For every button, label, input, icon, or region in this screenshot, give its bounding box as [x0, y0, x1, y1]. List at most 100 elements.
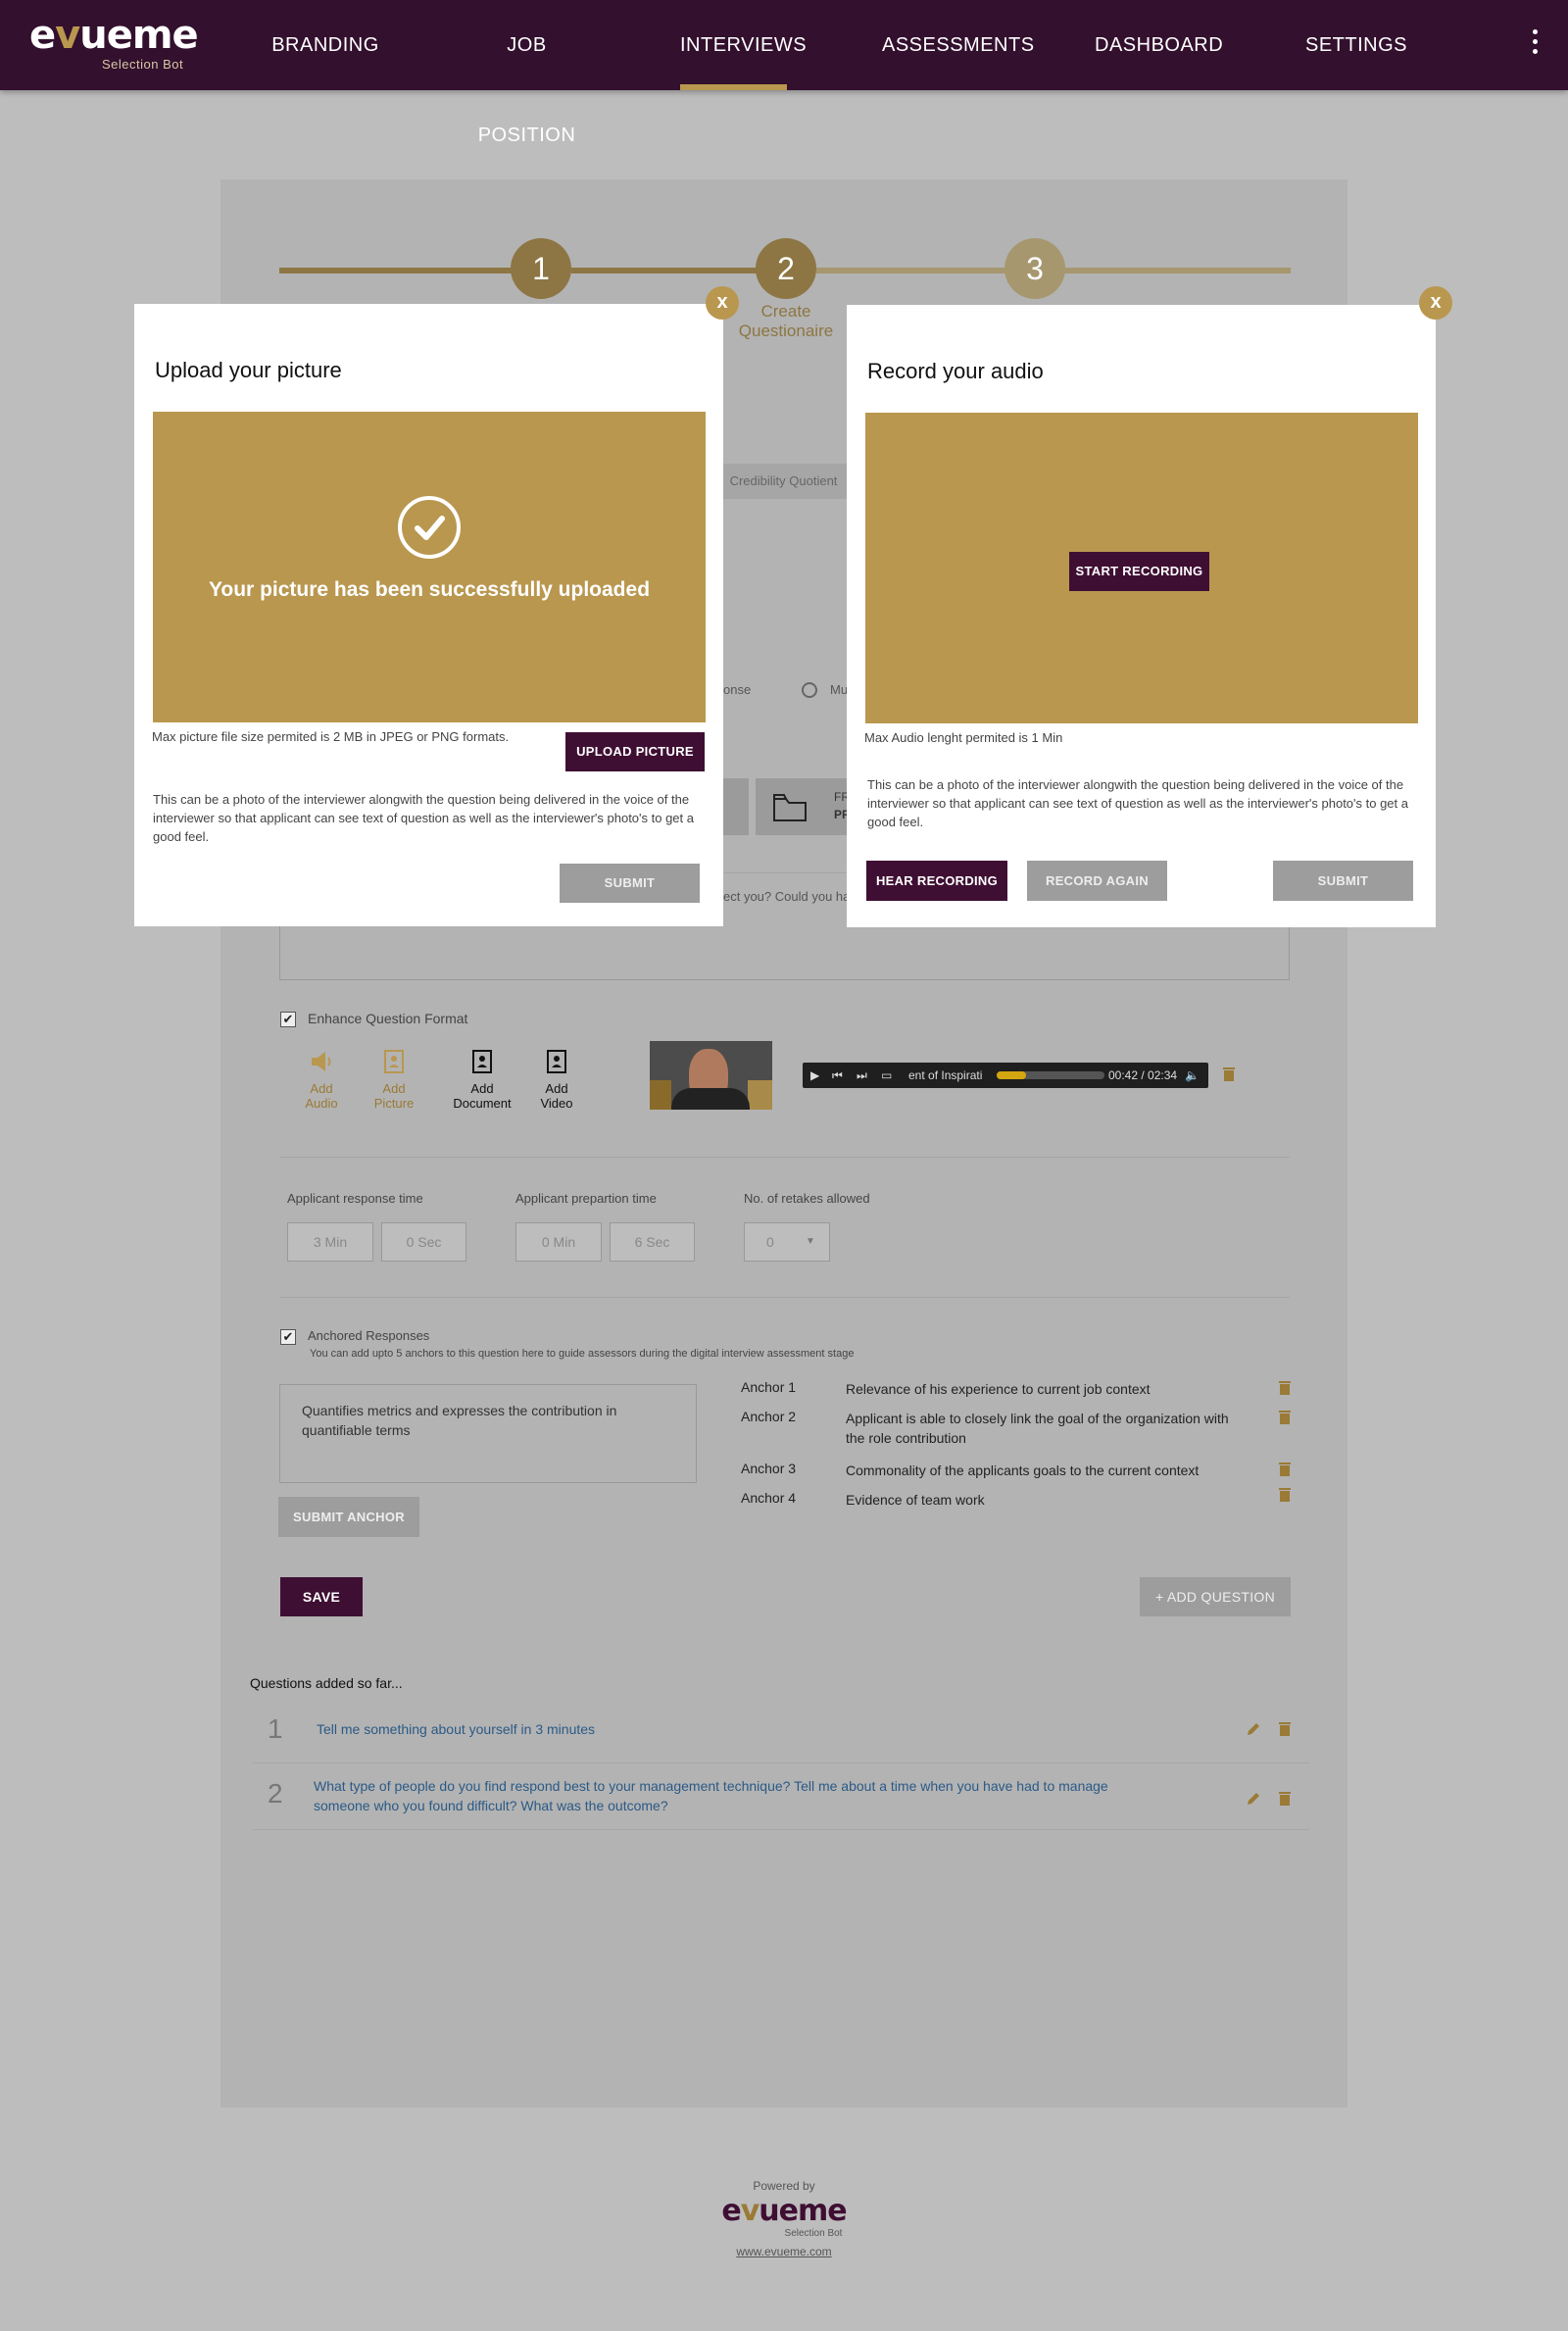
step-2[interactable]: 2: [756, 238, 816, 299]
audio-modal-title: Record your audio: [867, 359, 1044, 383]
trash-icon[interactable]: [1278, 1380, 1292, 1396]
document-icon: [472, 1050, 492, 1073]
step-2-label: Create Questionaire: [727, 302, 845, 341]
top-nav: evueme Selection Bot BRANDING JOB POSITI…: [0, 0, 1568, 146]
audio-description: This can be a photo of the interviewer a…: [867, 777, 1408, 829]
footer-logo-e: e: [721, 2194, 741, 2228]
step-label-line2: Questionaire: [738, 322, 834, 340]
upload-success-text: Your picture has been successfully uploa…: [208, 578, 651, 601]
submit-anchor-button[interactable]: SUBMIT ANCHOR: [278, 1497, 419, 1537]
question-1-text[interactable]: Tell me something about yourself in 3 mi…: [317, 1719, 1120, 1739]
start-recording-button[interactable]: START RECORDING: [1069, 552, 1209, 591]
chevron-down-icon: ▼: [806, 1236, 815, 1247]
prep-seconds-field[interactable]: 6 Sec: [610, 1222, 695, 1262]
pencil-icon[interactable]: [1246, 1791, 1261, 1807]
add-video-button[interactable]: Add Video: [517, 1049, 596, 1111]
trash-icon[interactable]: [1278, 1487, 1292, 1503]
pencil-icon[interactable]: [1246, 1721, 1261, 1737]
step-label-line1: Create: [760, 302, 811, 321]
trash-icon[interactable]: [1278, 1791, 1292, 1807]
powered-by-text: Powered by: [753, 2179, 815, 2193]
footer-logo[interactable]: evueme: [706, 2194, 862, 2228]
audio-length-note: Max Audio lenght permited is 1 Min: [864, 730, 1063, 745]
forward-icon[interactable]: ⏭: [857, 1063, 867, 1088]
anchored-checkbox[interactable]: ✔: [280, 1329, 296, 1345]
upload-description: This can be a photo of the interviewer a…: [153, 792, 694, 844]
speaker-icon: [312, 1052, 331, 1071]
anchor-3-name: Anchor 3: [741, 1461, 797, 1476]
nav-dashboard[interactable]: DASHBOARD: [1095, 0, 1223, 90]
upload-modal-close-icon[interactable]: x: [706, 286, 739, 320]
rewind-icon[interactable]: ⏮: [832, 1063, 843, 1088]
video-thumbnail[interactable]: [650, 1041, 772, 1110]
fullscreen-icon[interactable]: ▭: [881, 1063, 892, 1088]
trash-icon[interactable]: [1278, 1410, 1292, 1425]
footer-url-link[interactable]: www.evueme.com: [686, 2245, 882, 2258]
trash-icon[interactable]: [1222, 1066, 1236, 1082]
upload-submit-button[interactable]: SUBMIT: [560, 864, 700, 903]
response-minutes-field[interactable]: 3 Min: [287, 1222, 373, 1262]
save-button[interactable]: SAVE: [280, 1577, 363, 1616]
add-question-button[interactable]: + ADD QUESTION: [1140, 1577, 1291, 1616]
footer-logo-v: v: [740, 2194, 760, 2228]
add-picture-line1: Add: [382, 1081, 406, 1096]
player-time: 00:42 / 02:34: [1108, 1068, 1178, 1082]
add-video-line1: Add: [545, 1081, 568, 1096]
upload-size-note: Max picture file size permited is 2 MB i…: [152, 729, 510, 744]
audio-modal-close-icon[interactable]: x: [1419, 286, 1452, 320]
divider-line: [253, 1829, 1309, 1830]
add-picture-button[interactable]: Add Picture: [355, 1049, 433, 1111]
response-time-label: Applicant response time: [287, 1191, 423, 1206]
folder-tile-edge[interactable]: [723, 778, 749, 835]
stepper-line-current: [571, 268, 787, 273]
folder-tile[interactable]: FR PR: [756, 778, 851, 835]
player-progress-fill: [997, 1071, 1026, 1079]
nav-settings[interactable]: SETTINGS: [1305, 0, 1407, 90]
add-audio-button[interactable]: Add Audio: [282, 1049, 361, 1111]
nav-assessments[interactable]: ASSESSMENTS: [882, 0, 1034, 90]
prep-minutes-field[interactable]: 0 Min: [515, 1222, 602, 1262]
nav-branding[interactable]: BRANDING: [267, 0, 384, 90]
response-seconds-field[interactable]: 0 Sec: [381, 1222, 466, 1262]
audio-submit-button[interactable]: SUBMIT: [1273, 861, 1413, 901]
volume-icon[interactable]: 🔈: [1185, 1063, 1200, 1088]
more-menu-icon[interactable]: [1529, 29, 1541, 59]
folder-icon: [773, 794, 807, 821]
retakes-select[interactable]: 0 ▼: [744, 1222, 830, 1262]
upload-modal-title: Upload your picture: [155, 358, 342, 382]
evueme-logo[interactable]: evueme Selection Bot: [29, 13, 199, 73]
footer-logo-rest: ueme: [759, 2194, 847, 2228]
question-2-text[interactable]: What type of people do you find respond …: [314, 1776, 1117, 1815]
anchor-input[interactable]: Quantifies metrics and expresses the con…: [279, 1384, 697, 1483]
step-3[interactable]: 3: [1004, 238, 1065, 299]
anchor-1-text: Relevance of his experience to current j…: [846, 1381, 1151, 1397]
add-document-line2: Document: [453, 1096, 512, 1111]
questions-heading: Questions added so far...: [250, 1675, 403, 1691]
anchor-1-name: Anchor 1: [741, 1379, 797, 1395]
record-audio-modal: Record your audio START RECORDING Max Au…: [847, 305, 1436, 927]
add-document-button[interactable]: Add Document: [443, 1049, 521, 1111]
play-icon[interactable]: ▶: [810, 1063, 819, 1088]
logo-letter-e: e: [29, 13, 56, 58]
upload-picture-button[interactable]: UPLOAD PICTURE: [565, 732, 705, 771]
radio-response-label: onse: [723, 682, 752, 697]
add-audio-line1: Add: [310, 1081, 333, 1096]
step-1[interactable]: 1: [511, 238, 571, 299]
hear-recording-button[interactable]: HEAR RECORDING: [866, 861, 1007, 901]
enhance-checkbox[interactable]: ✔: [280, 1012, 296, 1027]
prep-time-label: Applicant prepartion time: [515, 1191, 657, 1206]
player-progress-bar[interactable]: [997, 1071, 1104, 1079]
upload-preview-area[interactable]: Your picture has been successfully uploa…: [153, 412, 706, 722]
retakes-label: No. of retakes allowed: [744, 1191, 870, 1206]
record-again-button[interactable]: RECORD AGAIN: [1027, 861, 1167, 901]
trash-icon[interactable]: [1278, 1462, 1292, 1477]
nav-job-position[interactable]: JOB POSITION: [456, 0, 598, 146]
trash-icon[interactable]: [1278, 1721, 1292, 1737]
tab-credibility-quotient[interactable]: Credibility Quotient: [717, 464, 850, 499]
question-2-number: 2: [268, 1778, 283, 1809]
radio-other[interactable]: [802, 682, 817, 698]
nav-interviews[interactable]: INTERVIEWS: [680, 0, 807, 90]
add-document-line1: Add: [470, 1081, 494, 1096]
audio-player[interactable]: ▶ ⏮ ⏭ ▭ ent of Inspirati 00:42 / 02:34 🔈: [803, 1063, 1208, 1088]
question-1-number: 1: [268, 1713, 283, 1744]
